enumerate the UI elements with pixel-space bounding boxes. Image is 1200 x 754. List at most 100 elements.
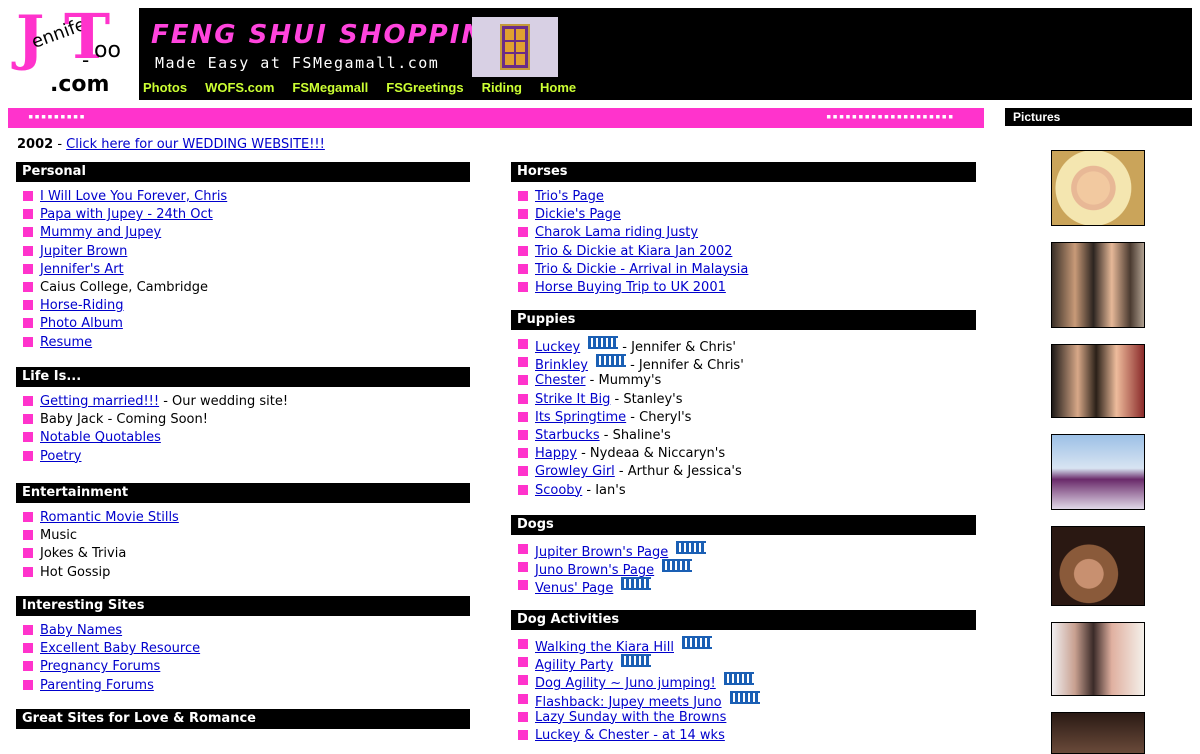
item-link[interactable]: Parenting Forums: [40, 678, 154, 693]
list-item[interactable]: I Will Love You Forever, Chris: [16, 188, 470, 206]
item-link[interactable]: Luckey & Chester - at 14 wks: [535, 728, 725, 743]
item-link[interactable]: Walking the Kiara Hill: [535, 640, 674, 655]
item-link[interactable]: Happy: [535, 446, 577, 461]
list-item[interactable]: Romantic Movie Stills: [16, 509, 470, 527]
list-item[interactable]: Flashback: Jupey meets Juno: [511, 690, 976, 710]
list-item[interactable]: Venus' Page: [511, 577, 976, 596]
photo-skiing[interactable]: [1051, 434, 1145, 510]
nav-photos[interactable]: Photos: [143, 80, 187, 95]
list-item[interactable]: Jupiter Brown's Page: [511, 541, 976, 560]
list-item[interactable]: Juno Brown's Page: [511, 559, 976, 578]
item-link[interactable]: Jupiter Brown: [40, 244, 127, 259]
list-item[interactable]: Trio & Dickie - Arrival in Malaysia: [511, 261, 976, 279]
item-link[interactable]: Notable Quotables: [40, 430, 161, 445]
item-link[interactable]: Getting married!!!: [40, 394, 159, 409]
list-item[interactable]: Mummy and Jupey: [16, 224, 470, 242]
bullet-icon: [23, 300, 33, 311]
photo-friends[interactable]: [1051, 622, 1145, 696]
list-item[interactable]: Resume: [16, 334, 470, 352]
list-item[interactable]: Horse Buying Trip to UK 2001: [511, 279, 976, 297]
list-item[interactable]: Dickie's Page: [511, 206, 976, 224]
item-link[interactable]: Juno Brown's Page: [535, 563, 654, 578]
item-link[interactable]: Brinkley: [535, 358, 588, 373]
item-link[interactable]: Horse-Riding: [40, 298, 124, 313]
photo-two-women[interactable]: [1051, 344, 1145, 418]
list-item[interactable]: Baby Names: [16, 622, 470, 640]
nav-wofs[interactable]: WOFS.com: [205, 80, 274, 95]
photo-woman-dog[interactable]: [1051, 526, 1145, 606]
list-item[interactable]: Jennifer's Art: [16, 261, 470, 279]
list-item[interactable]: Luckey & Chester - at 14 wks: [511, 727, 976, 745]
nav-riding[interactable]: Riding: [482, 80, 522, 95]
item-link[interactable]: Scooby: [535, 483, 582, 498]
photo-partial[interactable]: [1051, 712, 1145, 754]
item-link[interactable]: Pregnancy Forums: [40, 659, 160, 674]
list-item[interactable]: Dog Agility ~ Juno jumping!: [511, 672, 976, 691]
list-item[interactable]: Chester - Mummy's: [511, 372, 976, 390]
list-item[interactable]: Photo Album: [16, 315, 470, 333]
list-item[interactable]: Jupiter Brown: [16, 243, 470, 261]
list-item[interactable]: Notable Quotables: [16, 429, 470, 447]
wedding-website-link[interactable]: Click here for our WEDDING WEBSITE!!!: [66, 137, 325, 152]
item-link[interactable]: Agility Party: [535, 658, 613, 673]
item-link[interactable]: Dickie's Page: [535, 207, 621, 222]
list-item[interactable]: Getting married!!! - Our wedding site!: [16, 393, 470, 411]
item-link[interactable]: Resume: [40, 335, 92, 350]
photo-baby[interactable]: [1051, 150, 1145, 226]
list-item[interactable]: Happy - Nydeaa & Niccaryn's: [511, 445, 976, 463]
item-link[interactable]: Dog Agility ~ Juno jumping!: [535, 676, 716, 691]
item-link[interactable]: Horse Buying Trip to UK 2001: [535, 280, 726, 295]
item-link[interactable]: Jennifer's Art: [40, 262, 124, 277]
list-item[interactable]: Poetry: [16, 448, 470, 466]
item-link[interactable]: Venus' Page: [535, 581, 613, 596]
item-link[interactable]: I Will Love You Forever, Chris: [40, 189, 227, 204]
item-link[interactable]: Starbucks: [535, 428, 600, 443]
list-item[interactable]: Trio & Dickie at Kiara Jan 2002: [511, 243, 976, 261]
item-link[interactable]: Romantic Movie Stills: [40, 510, 179, 525]
fengshui-banner[interactable]: FENG SHUI SHOPPING Made Easy at FSMegama…: [139, 8, 1192, 100]
book-cover-image[interactable]: [472, 17, 558, 77]
item-link[interactable]: Flashback: Jupey meets Juno: [535, 695, 722, 710]
item-link[interactable]: Its Springtime: [535, 410, 626, 425]
list-item[interactable]: Growley Girl - Arthur & Jessica's: [511, 463, 976, 481]
item-link[interactable]: Photo Album: [40, 316, 123, 331]
item-link[interactable]: Poetry: [40, 449, 81, 464]
list-item[interactable]: Luckey - Jennifer & Chris': [511, 336, 976, 355]
item-link[interactable]: Charok Lama riding Justy: [535, 225, 698, 240]
item-link[interactable]: Strike It Big: [535, 392, 610, 407]
list-item[interactable]: Trio's Page: [511, 188, 976, 206]
nav-fsgreetings[interactable]: FSGreetings: [386, 80, 463, 95]
item-link[interactable]: Papa with Jupey - 24th Oct: [40, 207, 213, 222]
photo-couple-1[interactable]: [1051, 242, 1145, 328]
item-link[interactable]: Jupiter Brown's Page: [535, 545, 668, 560]
list-item[interactable]: Excellent Baby Resource: [16, 640, 470, 658]
list-item[interactable]: Pregnancy Forums: [16, 658, 470, 676]
site-logo[interactable]: J ennifer - T oo .com: [14, 6, 136, 98]
list-item[interactable]: Agility Party: [511, 654, 976, 673]
list-item[interactable]: Lazy Sunday with the Browns: [511, 709, 976, 727]
list-item[interactable]: Walking the Kiara Hill: [511, 636, 976, 655]
item-link[interactable]: Chester: [535, 373, 586, 388]
item-link[interactable]: Baby Names: [40, 623, 122, 638]
list-item[interactable]: Horse-Riding: [16, 297, 470, 315]
nav-home[interactable]: Home: [540, 80, 576, 95]
bullet-icon: [518, 484, 528, 495]
item-link[interactable]: Growley Girl: [535, 464, 615, 479]
nav-fsmegamall[interactable]: FSMegamall: [292, 80, 368, 95]
item-link[interactable]: Lazy Sunday with the Browns: [535, 710, 726, 725]
item-link[interactable]: Luckey: [535, 340, 580, 355]
list-item[interactable]: Starbucks - Shaline's: [511, 427, 976, 445]
list-item[interactable]: Parenting Forums: [16, 677, 470, 695]
item-link[interactable]: Trio & Dickie - Arrival in Malaysia: [535, 262, 748, 277]
item-link[interactable]: Excellent Baby Resource: [40, 641, 200, 656]
list-item[interactable]: Charok Lama riding Justy: [511, 224, 976, 242]
item-link[interactable]: Trio & Dickie at Kiara Jan 2002: [535, 244, 732, 259]
list-item[interactable]: Brinkley - Jennifer & Chris': [511, 354, 976, 373]
list-item[interactable]: Papa with Jupey - 24th Oct: [16, 206, 470, 224]
list-item[interactable]: Strike It Big - Stanley's: [511, 391, 976, 409]
bullet-icon: [518, 729, 528, 740]
list-item[interactable]: Its Springtime - Cheryl's: [511, 409, 976, 427]
list-item[interactable]: Scooby - Ian's: [511, 482, 976, 500]
item-link[interactable]: Mummy and Jupey: [40, 225, 161, 240]
item-link[interactable]: Trio's Page: [535, 189, 604, 204]
